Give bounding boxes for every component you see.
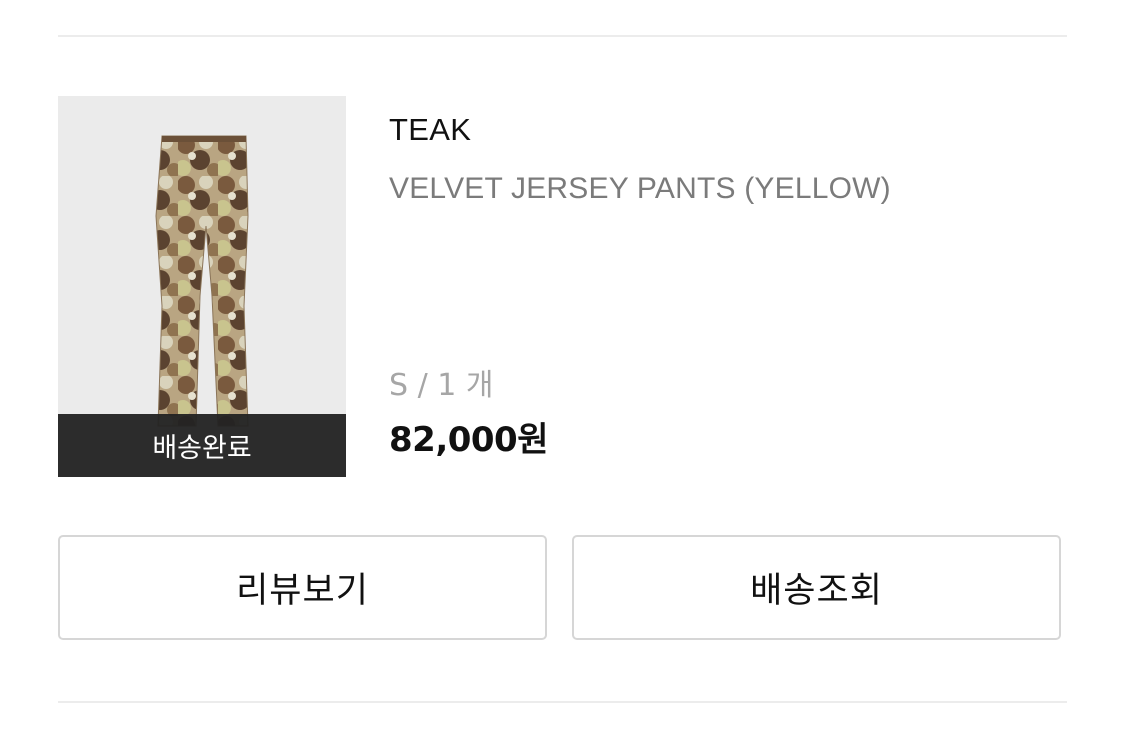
brand-name: TEAK	[389, 112, 472, 147]
view-review-button[interactable]: 리뷰보기	[58, 535, 547, 640]
delivery-status-badge: 배송완료	[58, 414, 346, 477]
product-price: 82,000원	[389, 420, 548, 460]
product-option: S / 1 개	[389, 368, 494, 403]
bottom-divider	[58, 701, 1067, 703]
product-name[interactable]: VELVET JERSEY PANTS (YELLOW)	[389, 172, 891, 206]
product-thumbnail[interactable]: 배송완료	[58, 96, 346, 477]
top-divider	[58, 35, 1067, 37]
track-delivery-button[interactable]: 배송조회	[572, 535, 1061, 640]
